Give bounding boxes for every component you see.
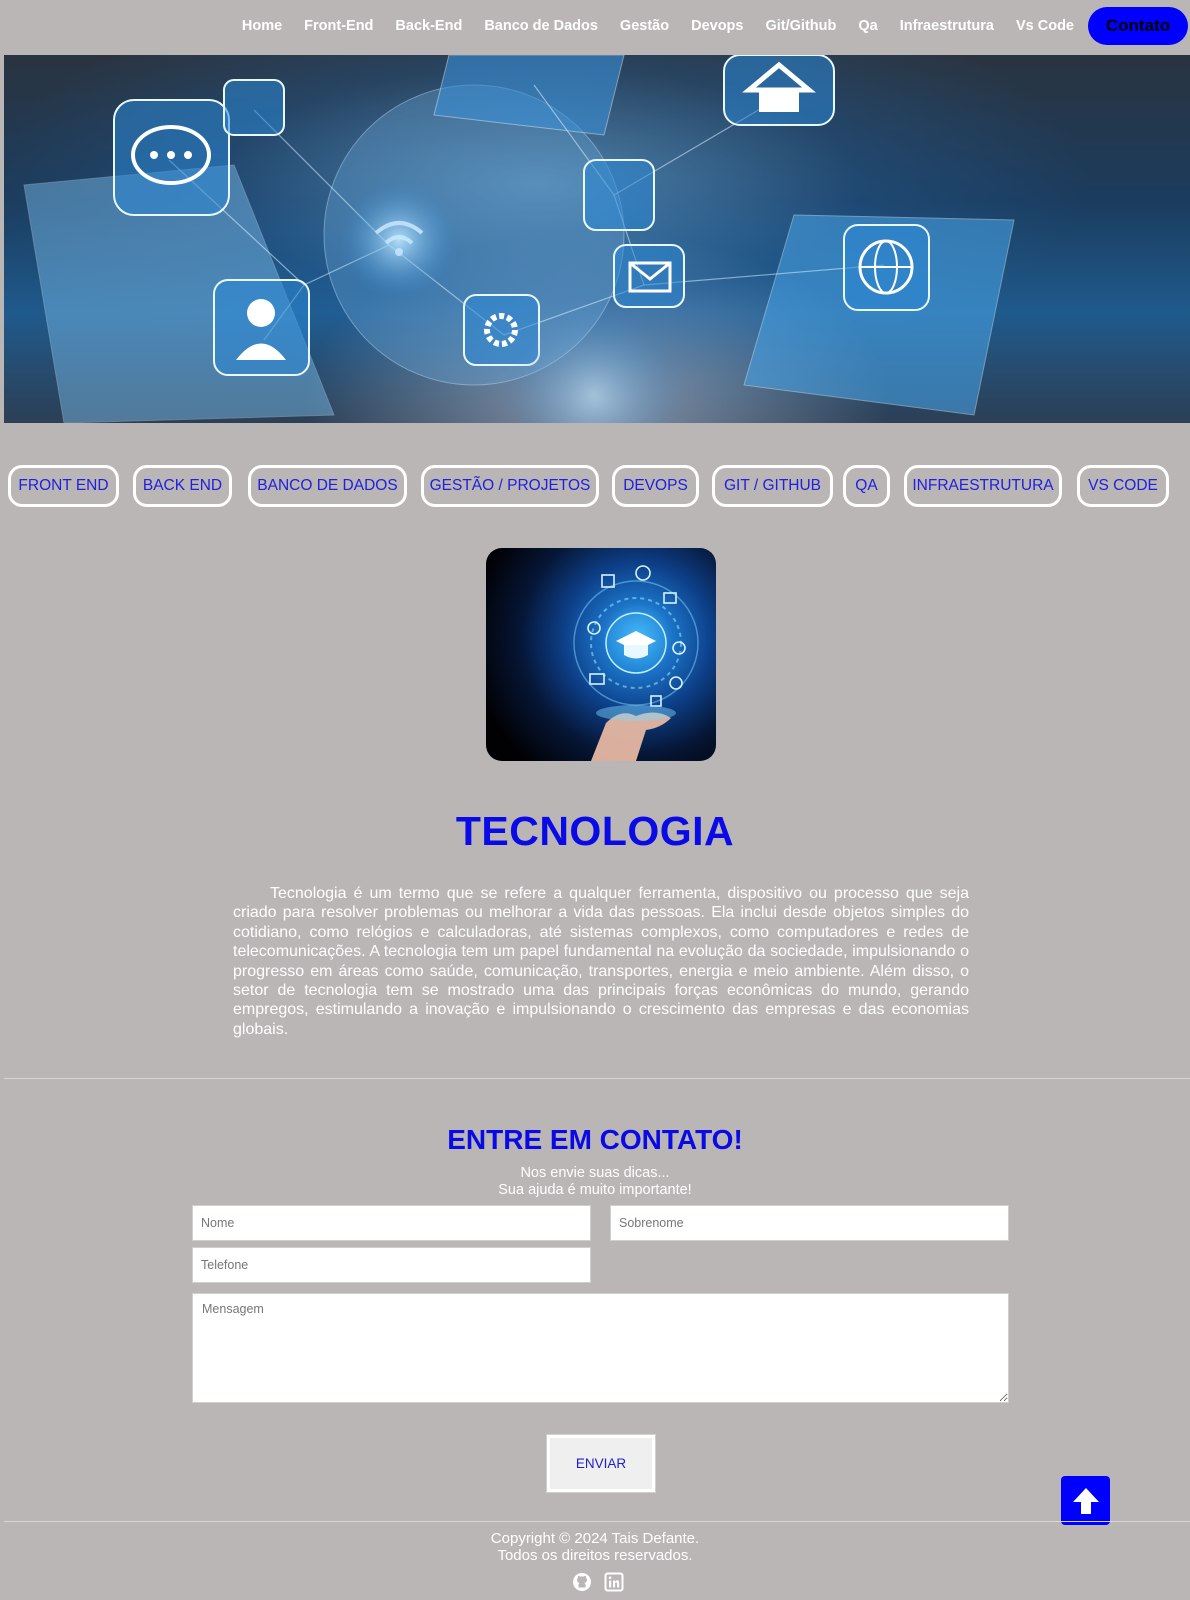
section-divider bbox=[4, 1078, 1190, 1079]
back-to-top-button[interactable] bbox=[1061, 1476, 1110, 1525]
arrow-up-icon bbox=[1072, 1487, 1099, 1514]
social-links bbox=[572, 1572, 624, 1592]
nav-link-devops[interactable]: Devops bbox=[691, 18, 743, 34]
category-qa[interactable]: QA bbox=[843, 465, 890, 507]
nav-link-home[interactable]: Home bbox=[242, 18, 282, 34]
contact-button[interactable]: Contato bbox=[1088, 7, 1188, 45]
category-gestao-projetos[interactable]: GESTÃO / PROJETOS bbox=[421, 465, 599, 507]
footer-divider bbox=[4, 1521, 1190, 1522]
copyright-line: Copyright © 2024 Tais Defante. bbox=[490, 1530, 700, 1547]
nav-link-qa[interactable]: Qa bbox=[858, 18, 877, 34]
message-textarea[interactable] bbox=[192, 1293, 1009, 1403]
github-icon[interactable] bbox=[572, 1572, 592, 1592]
category-vs-code[interactable]: VS CODE bbox=[1077, 465, 1169, 507]
linkedin-icon[interactable] bbox=[604, 1572, 624, 1592]
nav-link-vs-code[interactable]: Vs Code bbox=[1016, 18, 1074, 34]
category-back-end[interactable]: BACK END bbox=[133, 465, 232, 507]
top-navigation: Home Front-End Back-End Banco de Dados G… bbox=[0, 0, 1190, 52]
phone-input[interactable] bbox=[192, 1247, 591, 1283]
category-banco-de-dados[interactable]: BANCO DE DADOS bbox=[248, 465, 407, 507]
hero-banner-image bbox=[4, 55, 1190, 423]
category-git-github[interactable]: GIT / GITHUB bbox=[712, 465, 833, 507]
technology-description: Tecnologia é um termo que se refere a qu… bbox=[233, 885, 969, 1038]
category-buttons: FRONT END BACK END BANCO DE DADOS GESTÃO… bbox=[8, 465, 1188, 507]
rights-line: Todos os direitos reservados. bbox=[497, 1547, 693, 1564]
contact-subtitle-line-1: Nos envie suas dicas... bbox=[520, 1165, 670, 1181]
technology-education-image bbox=[486, 548, 716, 761]
nav-link-git-github[interactable]: Git/Github bbox=[765, 18, 836, 34]
footer: Copyright © 2024 Tais Defante. Todos os … bbox=[0, 1530, 1190, 1564]
send-button[interactable]: ENVIAR bbox=[546, 1434, 656, 1493]
nav-link-gestao[interactable]: Gestão bbox=[620, 18, 669, 34]
category-devops[interactable]: DEVOPS bbox=[612, 465, 699, 507]
nav-link-infraestrutura[interactable]: Infraestrutura bbox=[900, 18, 994, 34]
contact-subtitle-line-2: Sua ajuda é muito importante! bbox=[498, 1181, 692, 1198]
last-name-input[interactable] bbox=[610, 1205, 1009, 1241]
page-title: TECNOLOGIA bbox=[455, 808, 735, 854]
first-name-input[interactable] bbox=[192, 1205, 591, 1241]
category-infraestrutura[interactable]: INFRAESTRUTURA bbox=[904, 465, 1062, 507]
contact-subtitle: Nos envie suas dicas... Sua ajuda é muit… bbox=[0, 1165, 1190, 1198]
nav-link-front-end[interactable]: Front-End bbox=[304, 18, 373, 34]
contact-title: ENTRE EM CONTATO! bbox=[447, 1124, 743, 1155]
nav-link-back-end[interactable]: Back-End bbox=[395, 18, 462, 34]
category-front-end[interactable]: FRONT END bbox=[8, 465, 119, 507]
nav-link-banco-de-dados[interactable]: Banco de Dados bbox=[484, 18, 598, 34]
